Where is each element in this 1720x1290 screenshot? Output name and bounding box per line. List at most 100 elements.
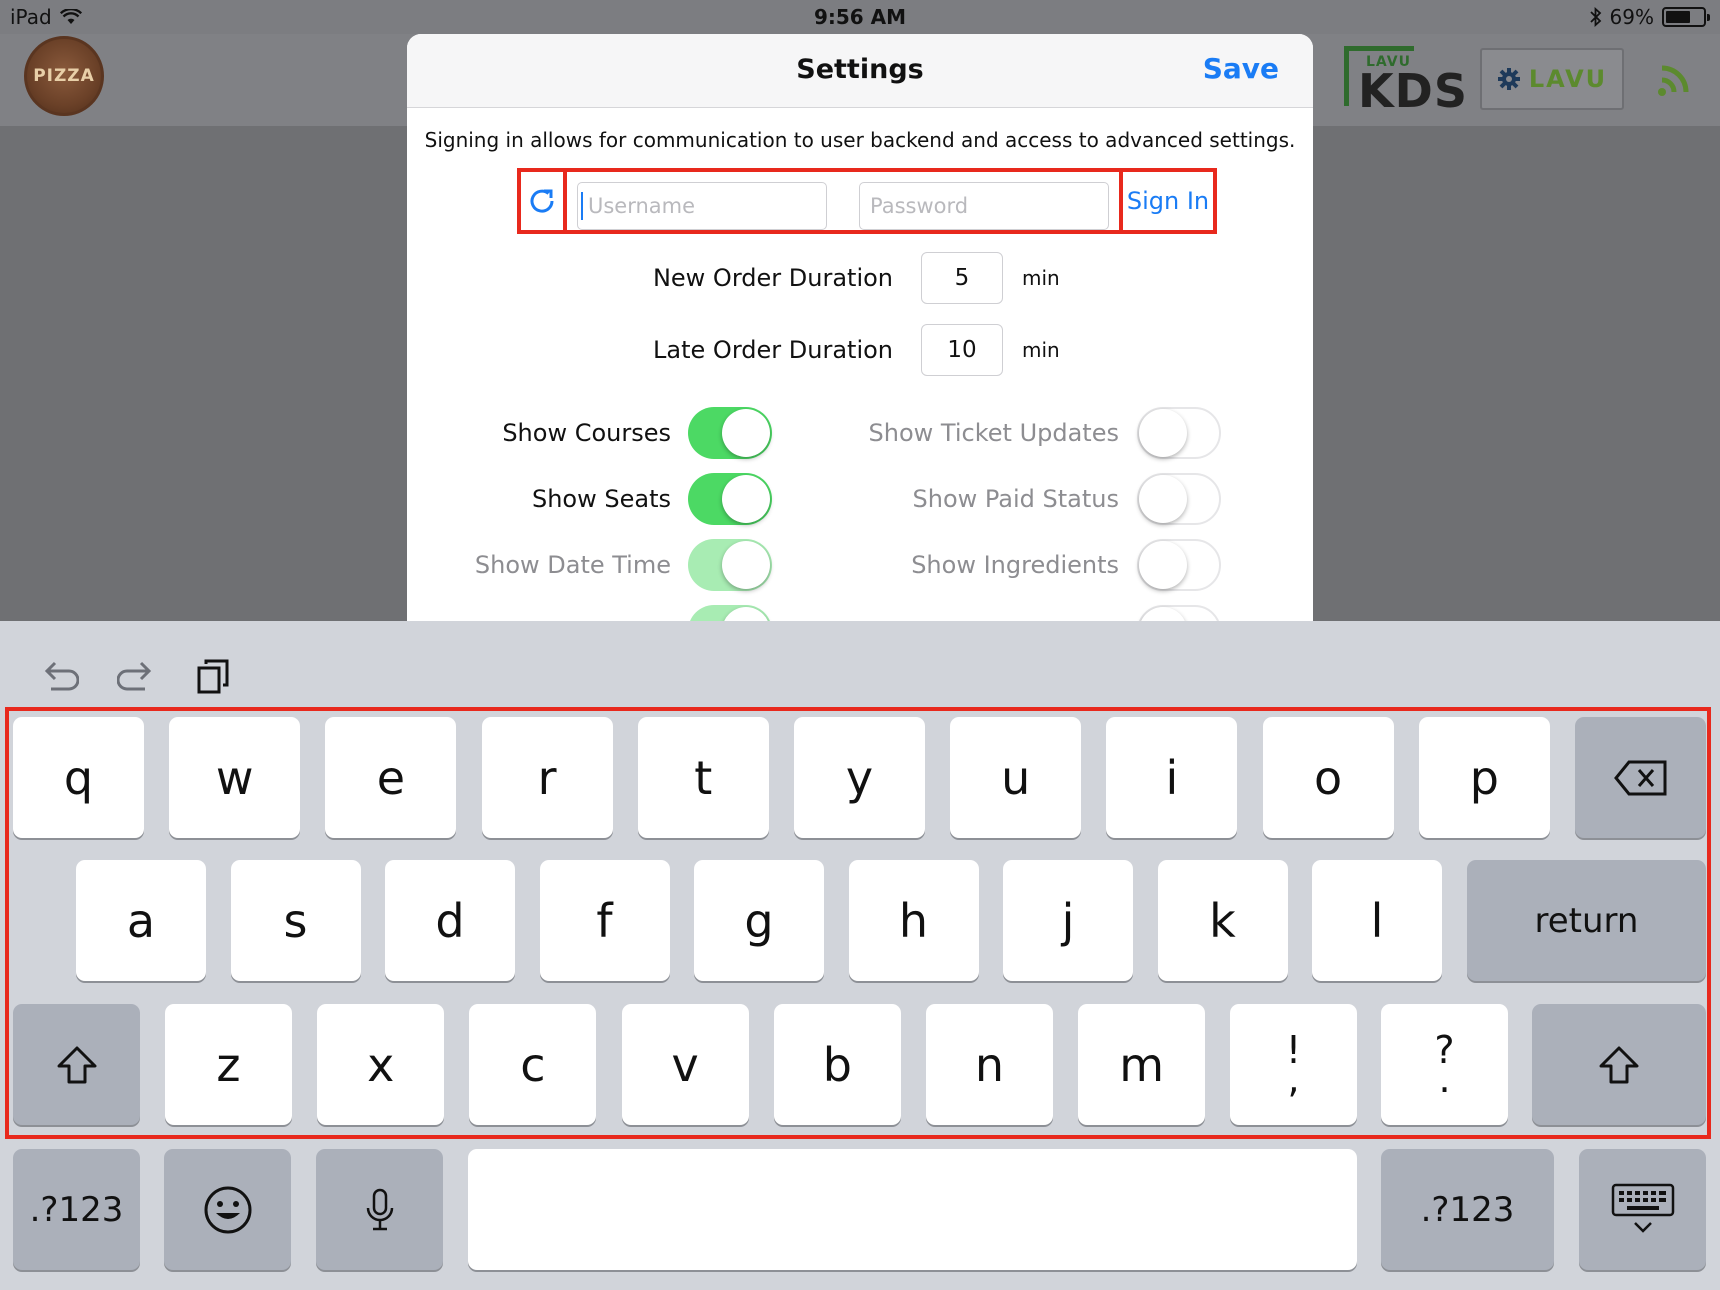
pizza-logo[interactable]: PIZZA (24, 36, 104, 116)
key-e[interactable]: e (325, 717, 457, 838)
show-courses-switch[interactable] (688, 407, 772, 459)
key-n[interactable]: n (926, 1004, 1053, 1125)
key-w[interactable]: w (169, 717, 301, 838)
key-g[interactable]: g (694, 860, 824, 981)
space-key[interactable] (468, 1149, 1357, 1270)
key-j[interactable]: j (1003, 860, 1133, 981)
refresh-button[interactable] (517, 168, 567, 234)
key-label: f (596, 893, 613, 948)
return-key-label: return (1534, 900, 1639, 941)
toggle-row: Show Date Time Show Ingredients (407, 539, 1313, 595)
key-p[interactable]: p (1418, 717, 1550, 838)
backspace-key[interactable] (1575, 717, 1706, 838)
shift-icon (1599, 1046, 1639, 1083)
numbers-key-label: .?123 (29, 1189, 124, 1230)
key-y[interactable]: y (794, 717, 925, 838)
key-label: t (694, 750, 713, 805)
keyboard-dismiss-icon (1611, 1183, 1674, 1233)
key-label: w (215, 750, 254, 805)
numbers-key-left[interactable]: .?123 (13, 1149, 140, 1270)
lavu-settings-button[interactable]: LAVU (1480, 48, 1624, 110)
key-o[interactable]: o (1262, 717, 1394, 838)
paste-button[interactable] (188, 651, 238, 701)
key-z[interactable]: z (165, 1004, 292, 1125)
undo-button[interactable] (34, 651, 84, 701)
shift-key-left[interactable] (13, 1004, 140, 1125)
key-label: o (1314, 750, 1343, 805)
show-seats-switch[interactable] (688, 473, 772, 525)
question-period-key[interactable]: ? . (1381, 1004, 1508, 1125)
show-seats-label: Show Seats (531, 485, 671, 513)
key-label: g (744, 893, 774, 948)
toggle-row: Show Seats Show Paid Status (407, 473, 1313, 529)
backspace-icon (1613, 760, 1666, 795)
show-date-time-switch[interactable] (688, 539, 772, 591)
key-i[interactable]: i (1106, 717, 1238, 838)
key-k[interactable]: k (1157, 860, 1288, 981)
key-x[interactable]: x (317, 1004, 445, 1125)
key-d[interactable]: d (385, 860, 515, 981)
partial-switch-right[interactable] (1137, 605, 1221, 621)
exclaim-comma-key[interactable]: ! , (1230, 1004, 1357, 1125)
numbers-key-right[interactable]: .?123 (1381, 1149, 1554, 1270)
key-s[interactable]: s (230, 860, 361, 981)
sign-in-label: Sign In (1126, 187, 1210, 215)
key-h[interactable]: h (848, 860, 979, 981)
show-paid-status-switch[interactable] (1137, 473, 1221, 525)
key-u[interactable]: u (950, 717, 1082, 838)
key-l[interactable]: l (1312, 860, 1442, 981)
key-label: d (435, 893, 465, 948)
partial-switch-left[interactable] (688, 605, 772, 621)
status-bar: iPad 9:56 AM 69% (0, 0, 1720, 34)
password-field[interactable] (859, 182, 1109, 230)
show-ingredients-switch[interactable] (1137, 539, 1221, 591)
key-t[interactable]: t (637, 717, 769, 838)
shift-key-right[interactable] (1532, 1004, 1706, 1125)
sign-in-button[interactable]: Sign In (1119, 168, 1217, 234)
key-label: l (1370, 893, 1384, 948)
show-ticket-updates-label: Show Ticket Updates (868, 419, 1119, 447)
late-order-duration-input[interactable] (921, 324, 1003, 376)
emoji-icon (204, 1186, 251, 1233)
key-label: k (1209, 893, 1236, 948)
bluetooth-icon (1589, 7, 1601, 27)
show-ticket-updates-switch[interactable] (1137, 407, 1221, 459)
signin-info-text: Signing in allows for communication to u… (424, 128, 1296, 152)
on-screen-keyboard: qwertyuiop asdfghjkl zxcvbnm return ! , … (0, 621, 1720, 1290)
return-key[interactable]: return (1467, 860, 1706, 981)
undo-icon (44, 661, 79, 691)
key-v[interactable]: v (621, 1004, 749, 1125)
key-label: p (1469, 750, 1499, 805)
toggle-row-partial (407, 605, 1313, 621)
emoji-key[interactable] (164, 1149, 291, 1270)
key-b[interactable]: b (773, 1004, 901, 1125)
key-q[interactable]: q (13, 717, 144, 838)
redo-button[interactable] (112, 651, 162, 701)
key-label: n (974, 1037, 1005, 1092)
connection-icon[interactable] (1654, 58, 1696, 100)
dictation-key[interactable] (316, 1149, 443, 1270)
hide-keyboard-key[interactable] (1579, 1149, 1706, 1270)
key-label: a (126, 893, 156, 948)
username-field[interactable] (577, 182, 827, 230)
key-label: z (216, 1037, 241, 1092)
microphone-icon (366, 1188, 393, 1230)
key-label: v (671, 1037, 699, 1092)
signin-row: Sign In (517, 168, 1217, 234)
key-label: c (520, 1037, 546, 1092)
key-m[interactable]: m (1078, 1004, 1206, 1125)
key-label: r (537, 750, 557, 805)
save-button[interactable]: Save (1203, 52, 1279, 85)
key-f[interactable]: f (539, 860, 670, 981)
key-label: u (1001, 750, 1031, 805)
new-order-duration-input[interactable] (921, 252, 1003, 304)
show-courses-label: Show Courses (502, 419, 671, 447)
key-a[interactable]: a (76, 860, 206, 981)
numbers-key-label: .?123 (1420, 1189, 1515, 1230)
key-r[interactable]: r (481, 717, 613, 838)
status-time: 9:56 AM (813, 5, 907, 29)
key-label: h (898, 893, 929, 948)
key-label: y (845, 750, 874, 805)
key-c[interactable]: c (469, 1004, 597, 1125)
key-label: j (1061, 893, 1075, 948)
